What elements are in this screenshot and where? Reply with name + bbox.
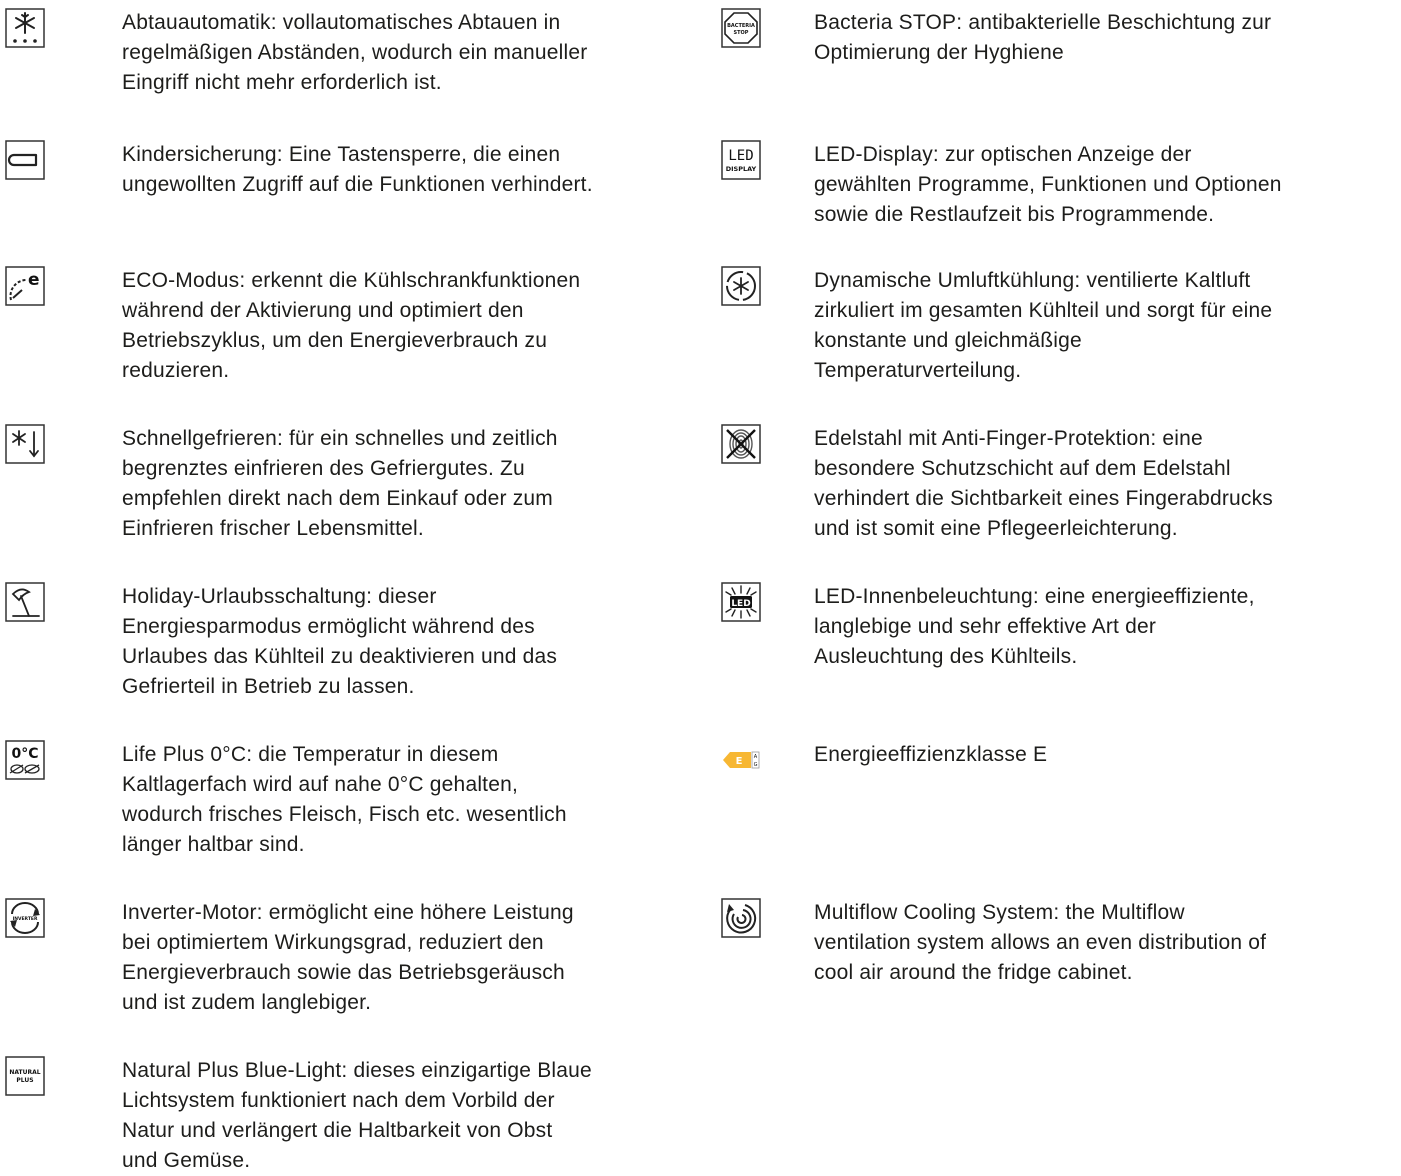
svg-text:STOP: STOP xyxy=(734,30,749,36)
feature-text: Edelstahl mit Anti-Finger-Protektion: ei… xyxy=(814,427,1273,540)
multiflow-icon xyxy=(721,898,761,938)
auto-defrost-icon xyxy=(5,8,45,48)
feature-text: ECO-Modus: erkennt die Kühlschrankfunkti… xyxy=(122,269,581,382)
life-plus-label: 0°C xyxy=(11,746,38,762)
child-lock-icon xyxy=(5,140,45,180)
led-lighting-icon: LED xyxy=(721,582,761,622)
energy-class-letter: E xyxy=(736,756,743,767)
svg-text:LED: LED xyxy=(728,148,753,164)
holiday-mode-icon xyxy=(5,582,45,622)
eco-mode-icon: e xyxy=(5,266,45,306)
svg-text:G: G xyxy=(754,762,758,768)
svg-text:A: A xyxy=(754,754,758,760)
led-display-icon: LED DISPLAY xyxy=(721,140,761,180)
svg-text:DISPLAY: DISPLAY xyxy=(726,165,757,173)
feature-text: Schnellgefrieren: für ein schnelles und … xyxy=(122,427,558,540)
feature-text: Life Plus 0°C: die Temperatur in diesem … xyxy=(122,743,567,856)
dynamic-cooling-icon xyxy=(721,266,761,306)
bacteria-stop-icon: BACTERIA STOP xyxy=(721,8,761,48)
energy-class-icon: E A G xyxy=(721,740,761,780)
svg-text:e: e xyxy=(28,270,40,290)
natural-plus-icon: NATURAL PLUS xyxy=(5,1056,45,1096)
natural-label: NATURAL xyxy=(9,1069,40,1076)
life-plus-0c-icon: 0°C xyxy=(5,740,45,780)
feature-text: Holiday-Urlaubsschaltung: dieser Energie… xyxy=(122,585,558,698)
feature-text: Inverter-Motor: ermöglicht eine höhere L… xyxy=(122,901,574,1014)
led-label: LED xyxy=(731,599,750,609)
fast-freeze-icon xyxy=(5,424,45,464)
feature-text: Kindersicherung: Eine Tastensperre, die … xyxy=(122,143,593,196)
feature-text: LED-Innenbeleuchtung: eine energieeffizi… xyxy=(814,585,1255,668)
feature-text: Energieeffizienzklasse E xyxy=(814,743,1048,766)
feature-text: Abtauautomatik: vollautomatisches Abtaue… xyxy=(122,11,588,94)
plus-label: PLUS xyxy=(16,1077,33,1084)
inverter-motor-icon: INVERTER xyxy=(5,898,45,938)
inverter-label: INVERTER xyxy=(13,916,38,922)
feature-text: Bacteria STOP: antibakterielle Beschicht… xyxy=(814,11,1272,64)
feature-text: LED-Display: zur optischen Anzeige der g… xyxy=(814,143,1282,226)
svg-text:BACTERIA: BACTERIA xyxy=(727,23,755,29)
feature-text: Multiflow Cooling System: the Multiflow … xyxy=(814,901,1267,984)
anti-fingerprint-icon xyxy=(721,424,761,464)
feature-text: Natural Plus Blue-Light: dieses einzigar… xyxy=(122,1059,592,1172)
feature-text: Dynamische Umluftkühlung: ventilierte Ka… xyxy=(814,269,1273,382)
